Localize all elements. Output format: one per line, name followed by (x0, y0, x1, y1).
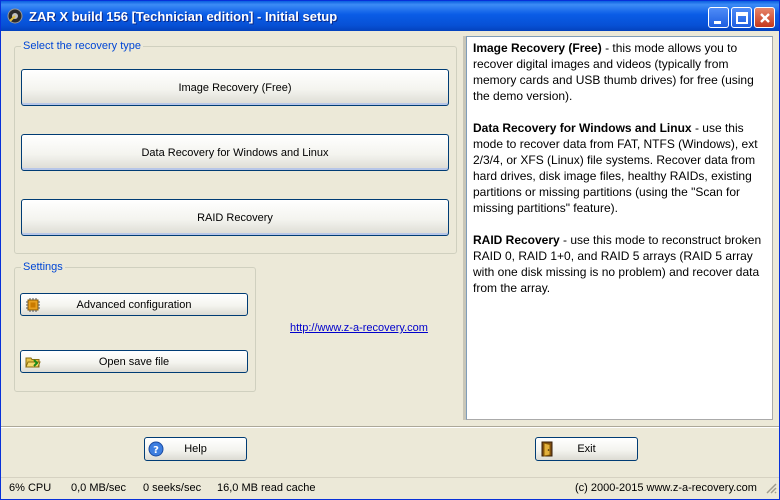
settings-label: Settings (21, 261, 65, 273)
exit-button[interactable]: Exit (535, 437, 638, 461)
website-link[interactable]: http://www.z-a-recovery.com (290, 322, 428, 334)
status-bar: 6% CPU 0,0 MB/sec 0 seeks/sec 16,0 MB re… (1, 477, 779, 499)
seeks-status: 0 seeks/sec (143, 482, 202, 494)
chip-icon (25, 297, 41, 313)
recovery-type-label: Select the recovery type (21, 40, 144, 52)
resize-grip-icon[interactable] (765, 482, 777, 494)
folder-icon (25, 354, 41, 370)
raid-recovery-description: RAID Recovery - use this mode to reconst… (473, 232, 766, 296)
exit-door-icon (539, 441, 555, 457)
open-save-file-button[interactable]: Open save file (20, 350, 248, 373)
help-icon: ? (148, 441, 164, 457)
cache-status: 16,0 MB read cache (217, 482, 316, 494)
image-recovery-desc-title: Image Recovery (Free) (473, 41, 602, 55)
advanced-configuration-label: Advanced configuration (76, 298, 192, 311)
advanced-configuration-button[interactable]: Advanced configuration (20, 293, 248, 316)
settings-group (14, 267, 256, 392)
raid-recovery-label: RAID Recovery (197, 211, 273, 224)
data-recovery-desc-text: - use this mode to recover data from FAT… (473, 121, 758, 215)
cpu-status: 6% CPU (9, 482, 52, 494)
image-recovery-button[interactable]: Image Recovery (Free) (21, 69, 449, 106)
minimize-button[interactable] (708, 7, 729, 28)
window-title: ZAR X build 156 [Technician edition] - I… (29, 9, 338, 24)
help-label: Help (184, 443, 207, 455)
data-recovery-label: Data Recovery for Windows and Linux (141, 146, 329, 159)
maximize-button[interactable] (731, 7, 752, 28)
main-window: ZAR X build 156 [Technician edition] - I… (0, 0, 780, 500)
exit-label: Exit (577, 443, 596, 455)
title-bar[interactable]: ZAR X build 156 [Technician edition] - I… (1, 1, 779, 31)
data-recovery-button[interactable]: Data Recovery for Windows and Linux (21, 134, 449, 171)
app-icon (7, 8, 23, 24)
help-button[interactable]: ? Help (144, 437, 247, 461)
raid-recovery-button[interactable]: RAID Recovery (21, 199, 449, 236)
data-recovery-desc-title: Data Recovery for Windows and Linux (473, 121, 692, 135)
raid-recovery-desc-title: RAID Recovery (473, 233, 560, 247)
image-recovery-label: Image Recovery (Free) (178, 81, 292, 94)
data-recovery-description: Data Recovery for Windows and Linux - us… (473, 120, 766, 216)
copyright-status: (c) 2000-2015 www.z-a-recovery.com (575, 482, 757, 494)
close-button[interactable] (754, 7, 775, 28)
image-recovery-description: Image Recovery (Free) - this mode allows… (473, 40, 766, 104)
throughput-status: 0,0 MB/sec (71, 482, 127, 494)
description-panel: Image Recovery (Free) - this mode allows… (466, 36, 773, 420)
divider (1, 426, 779, 428)
open-save-file-label: Open save file (98, 355, 170, 368)
svg-text:?: ? (153, 445, 159, 456)
